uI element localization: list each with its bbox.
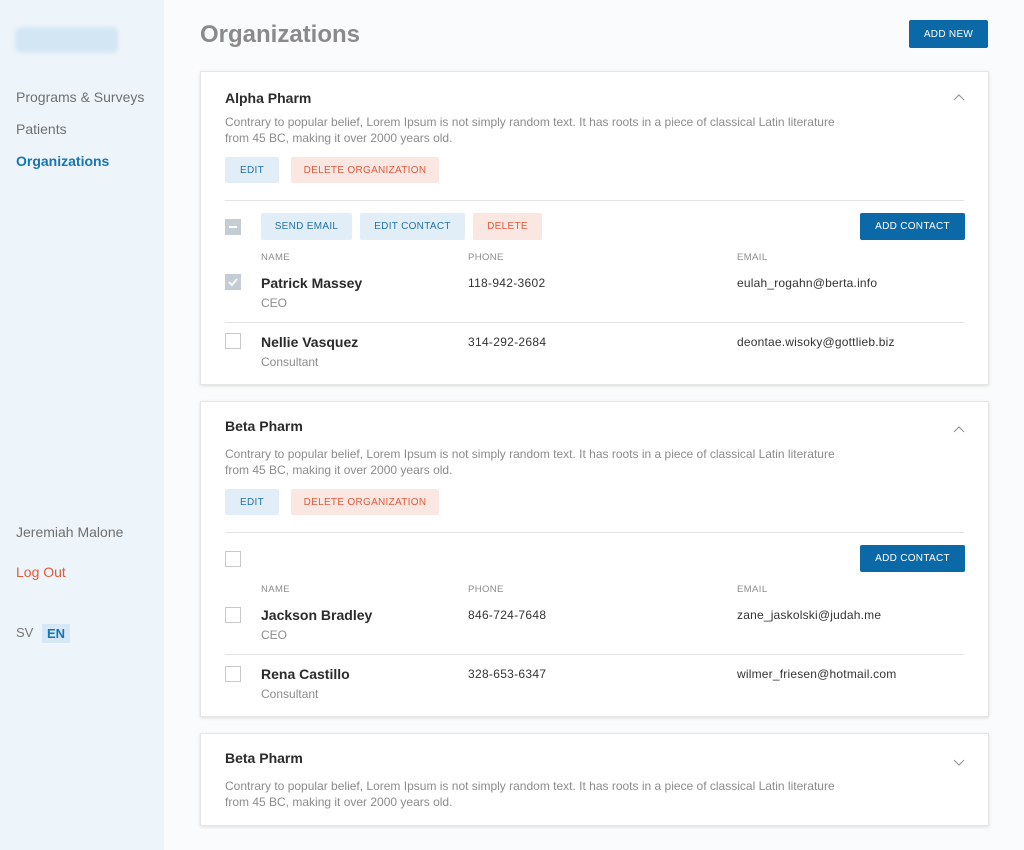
contact-name: Patrick Massey — [261, 275, 363, 291]
contact-checkbox[interactable] — [225, 607, 241, 623]
contact-email: deontae.wisoky@gottlieb.biz — [737, 335, 895, 349]
chevron-up-icon[interactable] — [953, 424, 965, 436]
contact-name: Jackson Bradley — [261, 607, 373, 623]
sidebar: Programs & Surveys Patients Organization… — [0, 0, 164, 850]
divider — [225, 532, 964, 533]
send-email-button[interactable]: SEND EMAIL — [261, 213, 352, 240]
contact-role: CEO — [261, 296, 288, 310]
add-contact-button[interactable]: ADD CONTACT — [860, 213, 965, 240]
sidebar-item-programs-surveys[interactable]: Programs & Surveys — [16, 89, 144, 105]
column-header-phone: PHONE — [468, 252, 504, 263]
divider — [225, 200, 964, 201]
contact-email: eulah_rogahn@berta.info — [737, 276, 878, 290]
select-all-checkbox[interactable] — [225, 219, 241, 235]
column-header-name: NAME — [261, 584, 291, 595]
edit-contact-button[interactable]: EDIT CONTACT — [360, 213, 465, 240]
contact-email: zane_jaskolski@judah.me — [737, 608, 882, 622]
column-header-phone: PHONE — [468, 584, 504, 595]
organization-card-beta-pharm: Beta Pharm Contrary to popular belief, L… — [200, 401, 989, 717]
language-en-button[interactable]: EN — [42, 624, 71, 643]
sidebar-item-organizations[interactable]: Organizations — [16, 153, 109, 169]
divider — [225, 322, 964, 323]
organization-description: Contrary to popular belief, Lorem Ipsum … — [225, 115, 835, 145]
organization-name: Beta Pharm — [225, 418, 303, 434]
check-icon — [228, 278, 238, 287]
organization-description: Contrary to popular belief, Lorem Ipsum … — [225, 779, 835, 809]
contact-email: wilmer_friesen@hotmail.com — [737, 667, 897, 681]
contact-phone: 118-942-3602 — [468, 276, 546, 290]
add-new-button[interactable]: ADD NEW — [909, 20, 988, 48]
delete-organization-button[interactable]: DELETE ORGANIZATION — [291, 489, 439, 515]
contact-checkbox[interactable] — [225, 274, 241, 290]
edit-organization-button[interactable]: EDIT — [225, 489, 279, 515]
app-logo[interactable] — [15, 27, 118, 53]
page-title: Organizations — [200, 21, 361, 48]
add-contact-button[interactable]: ADD CONTACT — [860, 545, 965, 572]
chevron-up-icon[interactable] — [953, 92, 965, 104]
contact-role: CEO — [261, 628, 288, 642]
column-header-email: EMAIL — [737, 584, 768, 595]
contact-role: Consultant — [261, 355, 319, 369]
column-header-name: NAME — [261, 252, 291, 263]
logout-link[interactable]: Log Out — [16, 564, 66, 580]
contact-role: Consultant — [261, 687, 319, 701]
organization-name: Alpha Pharm — [225, 90, 312, 106]
minus-icon — [229, 226, 237, 228]
user-name: Jeremiah Malone — [16, 524, 124, 540]
language-sv-button[interactable]: SV — [16, 625, 33, 640]
contact-checkbox[interactable] — [225, 333, 241, 349]
column-header-email: EMAIL — [737, 252, 768, 263]
organization-card-alpha-pharm: Alpha Pharm Contrary to popular belief, … — [200, 71, 989, 385]
chevron-down-icon[interactable] — [953, 756, 965, 768]
organization-name: Beta Pharm — [225, 750, 303, 766]
edit-organization-button[interactable]: EDIT — [225, 157, 279, 183]
contact-phone: 846-724-7648 — [468, 608, 547, 622]
contact-phone: 328-653-6347 — [468, 667, 547, 681]
contact-name: Nellie Vasquez — [261, 334, 359, 350]
sidebar-item-patients[interactable]: Patients — [16, 121, 67, 137]
organization-description: Contrary to popular belief, Lorem Ipsum … — [225, 447, 835, 477]
contact-name: Rena Castillo — [261, 666, 350, 682]
divider — [225, 654, 964, 655]
contact-checkbox[interactable] — [225, 666, 241, 682]
delete-organization-button[interactable]: DELETE ORGANIZATION — [291, 157, 439, 183]
organization-card-beta-pharm-collapsed: Beta Pharm Contrary to popular belief, L… — [200, 733, 989, 826]
delete-contact-button[interactable]: DELETE — [473, 213, 542, 240]
contact-phone: 314-292-2684 — [468, 335, 547, 349]
select-all-checkbox[interactable] — [225, 551, 241, 567]
